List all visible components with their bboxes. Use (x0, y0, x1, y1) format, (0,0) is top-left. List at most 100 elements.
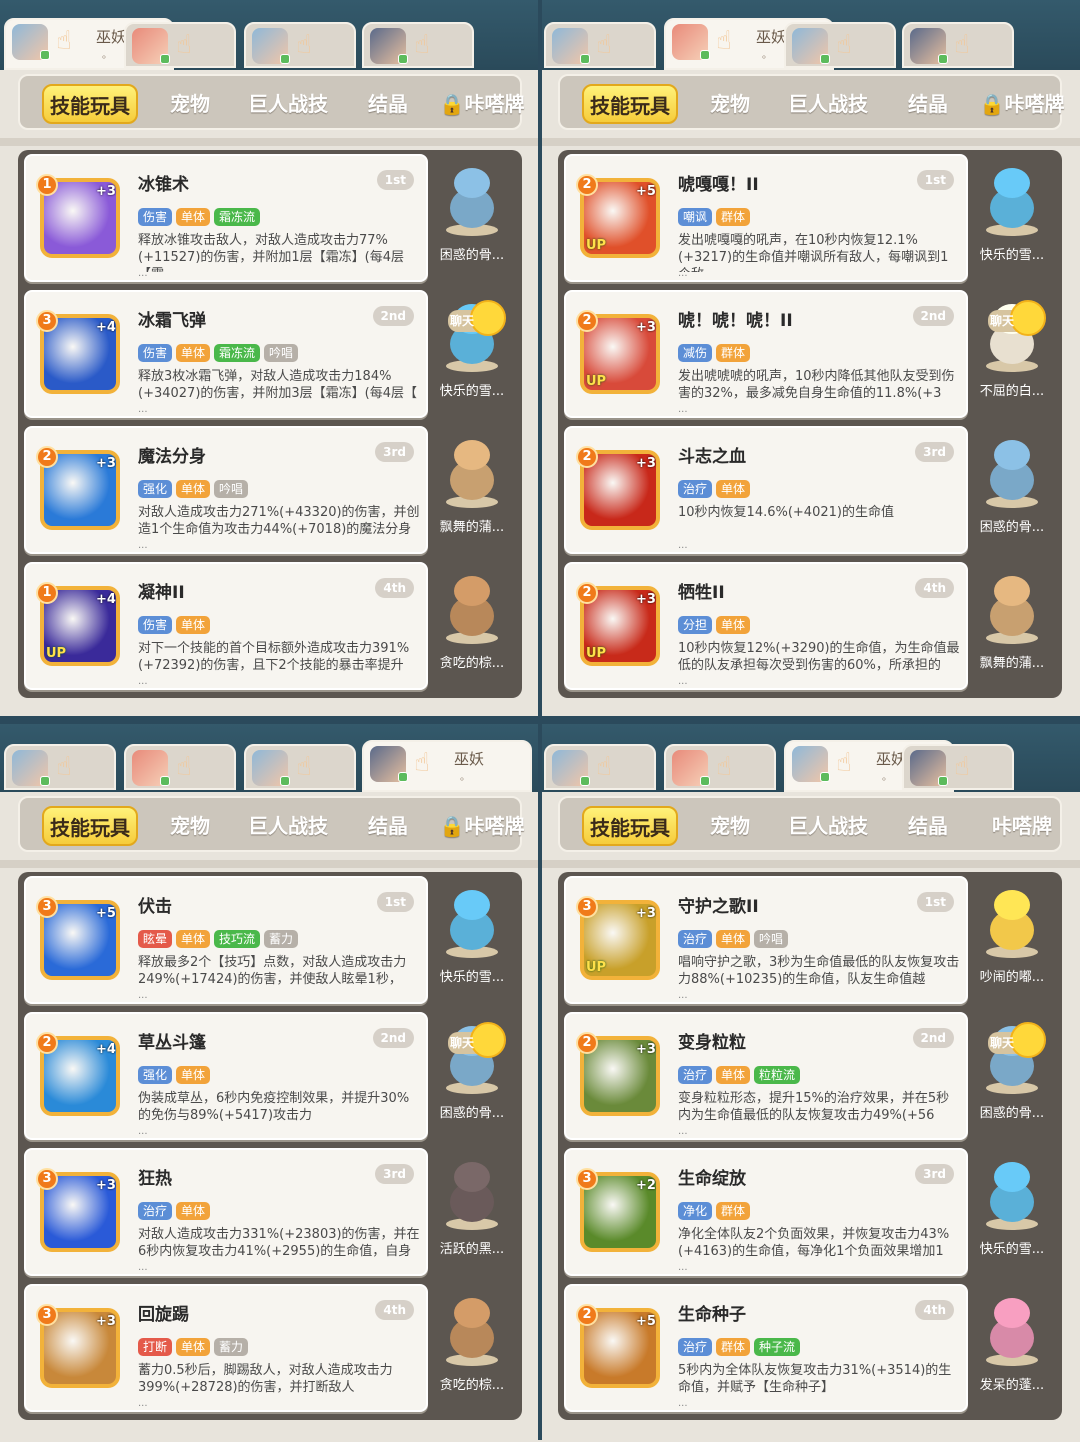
skill-card[interactable]: 3 +3 UP 守护之歌II 1st 治疗 单体 吟唱 唱响守护之歌，3秒为生命值最低的队友恢复… (564, 876, 968, 1004)
skill-tags: 治疗 单体 吟唱 (678, 928, 792, 948)
pet-slot[interactable]: 困惑的骨... (428, 154, 516, 282)
chat-smiley-icon (1010, 1022, 1046, 1058)
pet-slot[interactable]: 不屈的白... 聊天 (968, 290, 1056, 418)
skill-level-badge: 2 (576, 582, 598, 604)
skill-tag: 吟唱 (264, 344, 299, 362)
chat-label: 聊天 (450, 314, 475, 328)
character-tab[interactable]: ☝ (664, 744, 776, 790)
pet-slot[interactable]: 发呆的蓬... (968, 1284, 1056, 1412)
skill-plus-label: +3 (96, 1314, 116, 1329)
more-ellipsis-icon: ... (138, 540, 148, 551)
more-ellipsis-icon: ... (678, 1126, 688, 1137)
character-tab-strip: ☝ ☝ ☝ ☝ 巫妖。 (0, 722, 540, 792)
skill-card[interactable]: 2 +3 UP 唬！唬！唬！II 2nd 减伤 群体 发出唬唬唬的吼声，10秒内降低其他队友受… (564, 290, 968, 418)
chat-smiley-icon (470, 300, 506, 336)
pet-slot[interactable]: 飘舞的蒲... (968, 562, 1056, 690)
pet-slot[interactable]: 活跃的黑... (428, 1148, 516, 1276)
skill-card[interactable]: 2 +5 生命种子 4th 治疗 群体 种子流 5秒内为全体队友恢复攻击力31%(+3514)… (564, 1284, 968, 1412)
skill-card[interactable]: 2 +4 草丛斗篷 2nd 强化 单体 伪装成草丛，6秒内免疫控制效果，并提升30%的免伤与… (24, 1012, 428, 1140)
skill-plus-label: +5 (96, 906, 116, 921)
pet-figure (444, 1296, 500, 1366)
skill-card[interactable]: 3 +5 伏击 1st 眩晕 单体 技巧流 蓄力 释放最多2个【技巧】点数，对敌人造成攻击力24… (24, 876, 428, 1004)
tab-1[interactable]: 宠物 (690, 806, 770, 846)
chat-button[interactable]: 聊天 (988, 1022, 1050, 1058)
chat-label: 聊天 (990, 314, 1015, 328)
pet-slot[interactable]: 贪吃的棕... (428, 562, 516, 690)
pet-slot[interactable]: 困惑的骨... 聊天 (428, 1012, 516, 1140)
category-tabbar: 技能玩具 宠物 巨人战技 结晶 🔒咔嗒牌 (18, 796, 524, 852)
tab-2[interactable]: 巨人战技 (776, 84, 880, 124)
pet-head (994, 168, 1030, 198)
tab-1[interactable]: 宠物 (690, 84, 770, 124)
skill-card[interactable]: 3 +3 狂热 3rd 治疗 单体 对敌人造成攻击力331%(+23803)的伤害，并在6秒… (24, 1148, 428, 1276)
skill-card[interactable]: 1 +4 UP 凝神II 4th 伤害 单体 对下一个技能的首个目标额外造成攻击力391%(+… (24, 562, 428, 690)
skill-icon: 2 +5 UP (576, 174, 660, 258)
skill-card[interactable]: 2 +3 UP 牺牲II 4th 分担 单体 10秒内恢复12%(+3290)的生命值，为生命… (564, 562, 968, 690)
skill-plus-label: +3 (96, 456, 116, 471)
pet-slot[interactable]: 快乐的雪... 聊天 (428, 290, 516, 418)
pet-slot[interactable]: 困惑的骨... (968, 426, 1056, 554)
skill-card[interactable]: 1 +3 冰锥术 1st 伤害 单体 霜冻流 释放冰锥攻击敌人，对敌人造成攻击力77%(+11… (24, 154, 428, 282)
skill-card[interactable]: 3 +4 冰霜飞弹 2nd 伤害 单体 霜冻流 吟唱 释放3枚冰霜飞弹，对敌人造成攻击力184%… (24, 290, 428, 418)
character-tab[interactable]: ☝ 巫妖。 (362, 740, 532, 792)
pet-slot[interactable]: 快乐的雪... (428, 876, 516, 1004)
character-tab-strip: ☝ 巫妖。 ☝ ☝ ☝ (0, 0, 540, 70)
tab-0[interactable]: 技能玩具 (42, 806, 138, 846)
skill-level-badge: 2 (36, 446, 58, 468)
category-tabbar: 技能玩具 宠物 巨人战技 结晶 咔嗒牌 (558, 796, 1062, 852)
character-tab[interactable]: ☝ (124, 744, 236, 790)
skill-tag: 治疗 (678, 1066, 713, 1084)
tab-2[interactable]: 巨人战技 (236, 806, 340, 846)
pet-slot[interactable]: 吵闹的嘟... (968, 876, 1056, 1004)
skill-card[interactable]: 3 +3 回旋踢 4th 打断 单体 蓄力 蓄力0.5秒后，脚踢敌人，对敌人造成攻击力399%… (24, 1284, 428, 1412)
character-tab[interactable]: ☝ (362, 22, 474, 68)
skill-card[interactable]: 2 +5 UP 唬嘎嘎！II 1st 嘲讽 群体 发出唬嘎嘎的吼声，在10秒内恢复12.1%(… (564, 154, 968, 282)
character-tab[interactable]: ☝ (244, 744, 356, 790)
skill-rank-badge: 1st (916, 170, 954, 190)
tab-4[interactable]: 🔒咔嗒牌 (428, 84, 536, 124)
tab-3[interactable]: 结晶 (890, 84, 966, 124)
skill-tags: 伤害 单体 霜冻流 吟唱 (138, 342, 302, 362)
character-tab[interactable]: ☝ (544, 22, 656, 68)
character-tab[interactable]: ☝ (244, 22, 356, 68)
tab-1[interactable]: 宠物 (150, 806, 230, 846)
pet-slot[interactable]: 飘舞的蒲... (428, 426, 516, 554)
tab-4[interactable]: 咔嗒牌 (968, 806, 1076, 846)
tab-1[interactable]: 宠物 (150, 84, 230, 124)
tab-2[interactable]: 巨人战技 (776, 806, 880, 846)
character-tab[interactable]: ☝ (902, 744, 1014, 790)
skill-card[interactable]: 2 +3 变身粒粒 2nd 治疗 单体 粒粒流 变身粒粒形态，提升15%的治疗效果，并在5秒内… (564, 1012, 968, 1140)
pet-name: 贪吃的棕... (439, 1378, 505, 1393)
pet-slot[interactable]: 困惑的骨... 聊天 (968, 1012, 1056, 1140)
tab-0[interactable]: 技能玩具 (582, 806, 678, 846)
character-tab[interactable]: ☝ (124, 22, 236, 68)
character-tab[interactable]: ☝ (4, 744, 116, 790)
tap-hand-icon: ☝ (836, 748, 852, 778)
skill-tag: 蓄力 (214, 1338, 249, 1356)
skill-card[interactable]: 3 +2 生命绽放 3rd 净化 群体 净化全体队友2个负面效果，并恢复攻击力43%(+41… (564, 1148, 968, 1276)
skill-tag: 种子流 (754, 1338, 801, 1356)
pet-slot[interactable]: 快乐的雪... (968, 1148, 1056, 1276)
tab-4[interactable]: 🔒咔嗒牌 (968, 84, 1076, 124)
tab-3[interactable]: 结晶 (350, 84, 426, 124)
pet-name: 快乐的雪... (439, 384, 505, 399)
skill-panel: ☝ ☝ 巫妖。 ☝ ☝ 技能玩具 宠物 巨人战技 结晶 🔒咔嗒牌 2 +5 UP 唬嘎嘎！II 1st 嘲讽群… (540, 0, 1080, 720)
online-badge-icon (40, 776, 50, 786)
skill-description: 5秒内为全体队友恢复攻击力31%(+3514)的生命值，并赋予【生命种子】 (678, 1363, 952, 1395)
tab-0[interactable]: 技能玩具 (582, 84, 678, 124)
character-tab[interactable]: ☝ (902, 22, 1014, 68)
character-tab[interactable]: ☝ (784, 22, 896, 68)
tab-3[interactable]: 结晶 (350, 806, 426, 846)
chat-button[interactable]: 聊天 (448, 300, 510, 336)
tab-4[interactable]: 🔒咔嗒牌 (428, 806, 536, 846)
tab-0[interactable]: 技能玩具 (42, 84, 138, 124)
chat-button[interactable]: 聊天 (448, 1022, 510, 1058)
skill-card[interactable]: 2 +3 魔法分身 3rd 强化 单体 吟唱 对敌人造成攻击力271%(+43320)的伤害，… (24, 426, 428, 554)
chat-button[interactable]: 聊天 (988, 300, 1050, 336)
tab-3[interactable]: 结晶 (890, 806, 966, 846)
tab-2[interactable]: 巨人战技 (236, 84, 340, 124)
skill-card[interactable]: 2 +3 斗志之血 3rd 治疗 单体 10秒内恢复14.6%(+4021)的生命值... (564, 426, 968, 554)
pet-slot[interactable]: 快乐的雪... (968, 154, 1056, 282)
pet-slot[interactable]: 贪吃的棕... (428, 1284, 516, 1412)
character-tab[interactable]: ☝ (544, 744, 656, 790)
